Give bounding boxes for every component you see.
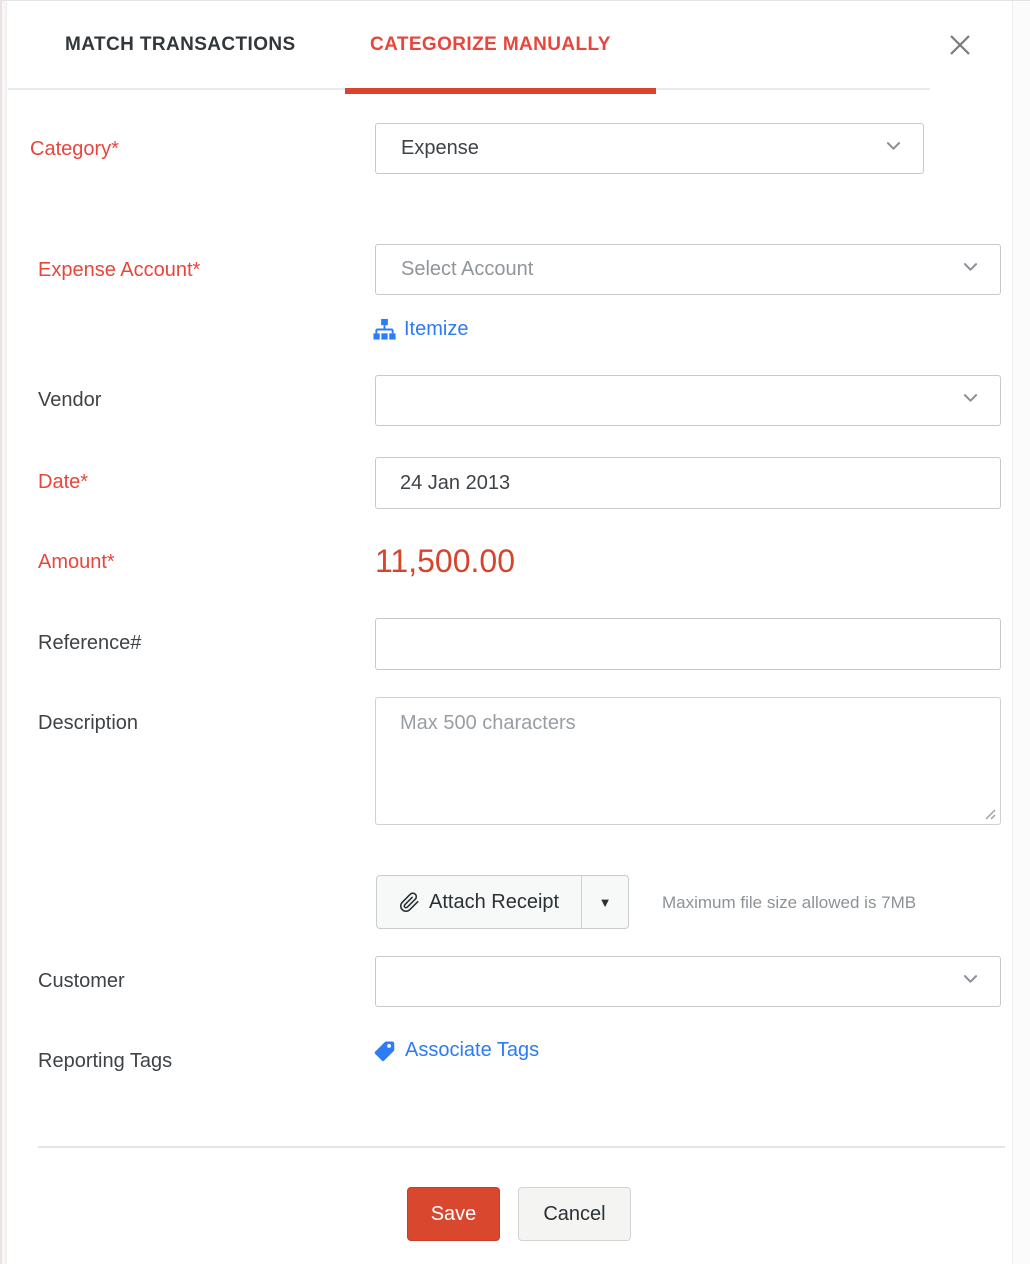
itemize-hierarchy-icon	[373, 318, 396, 341]
tab-match-transactions[interactable]: MATCH TRANSACTIONS	[65, 34, 296, 56]
associate-tags-link-label: Associate Tags	[405, 1039, 539, 1062]
attach-receipt-label: Attach Receipt	[429, 891, 559, 914]
dialog-right-edge	[1012, 1, 1030, 1264]
vendor-label: Vendor	[38, 389, 101, 412]
caret-down-icon: ▼	[599, 895, 612, 910]
itemize-link[interactable]: Itemize	[373, 318, 468, 341]
attach-receipt-split-button: Attach Receipt ▼	[376, 875, 629, 929]
associate-tags-link[interactable]: Associate Tags	[373, 1039, 539, 1062]
customer-label: Customer	[38, 970, 125, 993]
attach-receipt-dropdown-button[interactable]: ▼	[581, 876, 628, 928]
close-icon[interactable]	[942, 27, 978, 63]
reference-input[interactable]	[375, 618, 1001, 670]
footer-divider	[38, 1146, 1005, 1148]
category-selected-value: Expense	[401, 137, 479, 160]
attach-receipt-button[interactable]: Attach Receipt	[377, 876, 581, 928]
tag-icon	[373, 1039, 396, 1062]
vendor-select[interactable]	[375, 375, 1001, 426]
cancel-button[interactable]: Cancel	[518, 1187, 631, 1241]
active-tab-underline	[345, 88, 656, 94]
itemize-link-label: Itemize	[404, 318, 468, 341]
date-input[interactable]	[375, 457, 1001, 509]
dialog-header: MATCH TRANSACTIONS CATEGORIZE MANUALLY	[0, 1, 1030, 89]
description-textarea[interactable]	[375, 697, 1001, 825]
tab-categorize-manually[interactable]: CATEGORIZE MANUALLY	[370, 34, 611, 56]
date-label: Date*	[38, 471, 88, 494]
customer-select[interactable]	[375, 956, 1001, 1007]
amount-label: Amount*	[38, 551, 115, 574]
category-select[interactable]: Expense	[375, 123, 924, 174]
chevron-down-icon	[961, 388, 980, 413]
expense-account-placeholder: Select Account	[401, 258, 533, 281]
reference-label: Reference#	[38, 632, 141, 655]
chevron-down-icon	[961, 969, 980, 994]
save-button[interactable]: Save	[407, 1187, 500, 1241]
dialog-left-border	[0, 1, 2, 1264]
reporting-tags-label: Reporting Tags	[38, 1050, 172, 1073]
amount-value: 11,500.00	[375, 543, 515, 580]
paperclip-icon	[399, 892, 420, 913]
chevron-down-icon	[961, 257, 980, 282]
categorize-transaction-dialog: MATCH TRANSACTIONS CATEGORIZE MANUALLY C…	[0, 0, 1030, 1264]
chevron-down-icon	[884, 136, 903, 161]
description-label: Description	[38, 712, 138, 735]
expense-account-select[interactable]: Select Account	[375, 244, 1001, 295]
expense-account-label: Expense Account*	[38, 259, 200, 282]
category-label: Category*	[30, 138, 119, 161]
attach-file-size-hint: Maximum file size allowed is 7MB	[662, 893, 916, 913]
